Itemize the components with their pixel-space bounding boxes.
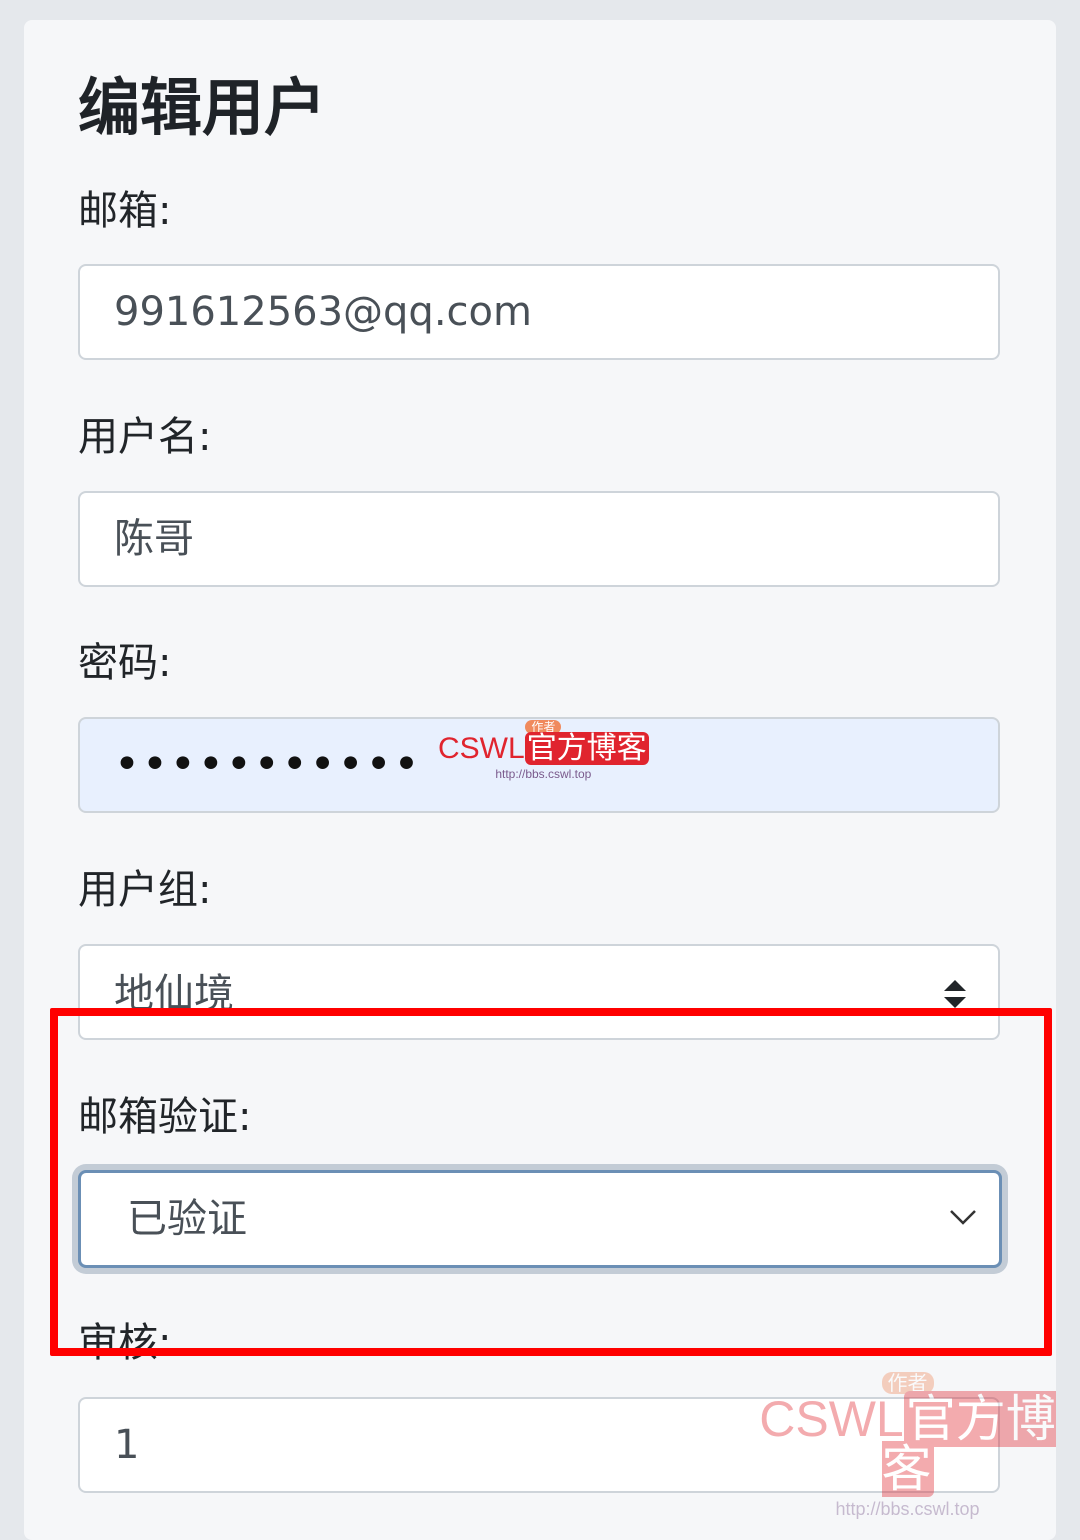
password-label: 密码: [78,640,172,686]
email-verify-value: 已验证 [127,1196,247,1242]
email-verify-select[interactable]: 已验证 [78,1170,1002,1268]
username-label: 用户名: [78,414,212,460]
watermark-logo: 作者 CSWL官方博客 http://bbs.cswl.top [735,1372,1080,1518]
review-label: 审核: [78,1320,172,1366]
watermark-brand: CSWL官方博客 [759,1391,1056,1497]
watermark-url: http://bbs.cswl.top [495,767,592,781]
page-title: 编辑用户 [78,71,327,144]
watermark-logo: 作者 CSWL官方博客 http://bbs.cswl.top [438,718,649,780]
watermark-url: http://bbs.cswl.top [835,1499,980,1519]
watermark-brand: CSWL官方博客 [438,732,649,765]
email-label: 邮箱: [78,188,172,234]
email-value: 991612563@qq.com [114,289,532,335]
email-verify-label: 邮箱验证: [78,1094,252,1140]
user-group-value: 地仙境 [114,971,234,1017]
review-value: 1 [114,1422,140,1468]
username-value: 陈哥 [114,516,194,562]
user-group-label: 用户组: [78,867,212,913]
username-field[interactable]: 陈哥 [78,491,1000,587]
chevron-down-icon [950,1210,976,1225]
select-arrows-icon [944,980,966,1008]
user-group-select[interactable]: 地仙境 [78,944,1000,1040]
email-field[interactable]: 991612563@qq.com [78,264,1000,360]
password-value: ••••••••••• [114,739,422,790]
